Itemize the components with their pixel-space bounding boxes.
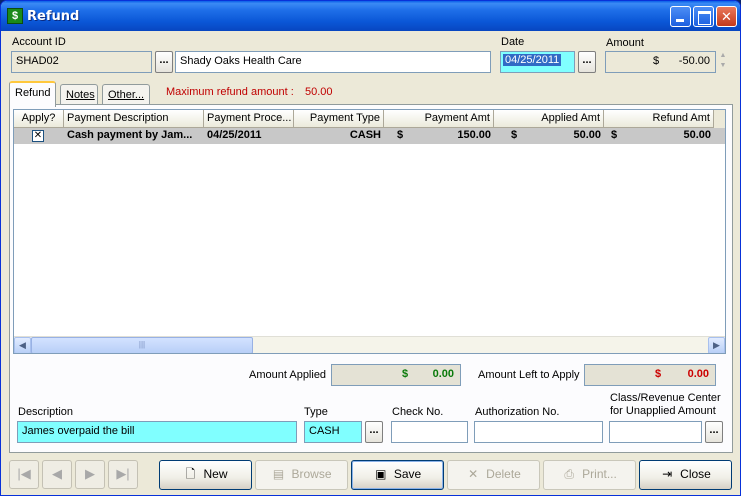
delete-x-icon: ✕: [468, 467, 479, 481]
description-field[interactable]: James overpaid the bill: [17, 421, 297, 443]
date-value: 04/25/2011: [503, 54, 562, 66]
col-apply[interactable]: Apply?: [14, 110, 64, 128]
col-payment-amt[interactable]: Payment Amt: [384, 110, 494, 128]
col-payment-type[interactable]: Payment Type: [294, 110, 384, 128]
scroll-thumb[interactable]: |||: [31, 337, 253, 353]
save-button[interactable]: ▣ Save: [351, 460, 444, 490]
amount-label: Amount: [606, 37, 644, 49]
first-record-button[interactable]: |◀: [9, 460, 39, 489]
amount-value: -50.00: [678, 55, 710, 67]
date-field[interactable]: 04/25/2011: [500, 51, 575, 73]
account-id-label: Account ID: [12, 36, 66, 48]
account-id-field[interactable]: SHAD02: [11, 51, 152, 73]
first-icon: |◀: [17, 466, 31, 481]
authorization-no-field[interactable]: [474, 421, 603, 443]
cell-applied-currency: $: [511, 129, 518, 141]
close-button[interactable]: ⇥ Close: [639, 460, 732, 490]
refund-window: $ Refund ✕ Account ID SHAD02 ... Shady O…: [0, 0, 741, 496]
new-button[interactable]: 🗋 New: [159, 460, 252, 490]
cell-refund-amt: 50.00: [683, 129, 711, 141]
payments-grid[interactable]: Apply? Payment Description Payment Proce…: [13, 109, 726, 354]
browse-icon: ▤: [272, 467, 285, 481]
amount-left-label: Amount Left to Apply: [478, 369, 580, 381]
class-revenue-field[interactable]: [609, 421, 702, 443]
amount-applied-label: Amount Applied: [249, 369, 327, 381]
floppy-disk-icon: ▣: [375, 467, 387, 481]
description-label: Description: [18, 406, 74, 418]
print-button[interactable]: ⎙ Print...: [543, 460, 636, 490]
date-picker-button[interactable]: ...: [578, 51, 596, 73]
tab-notes[interactable]: Notes: [60, 84, 98, 106]
dollar-icon: $: [7, 8, 23, 24]
class-lookup-button[interactable]: ...: [705, 421, 723, 443]
scroll-right-icon[interactable]: ▶: [708, 337, 725, 353]
cell-processed: 04/25/2011: [207, 129, 262, 141]
type-field[interactable]: CASH: [304, 421, 362, 443]
authorization-no-label: Authorization No.: [475, 406, 560, 418]
type-lookup-button[interactable]: ...: [365, 421, 383, 443]
scroll-left-icon[interactable]: ◀: [14, 337, 31, 353]
grid-header: Apply? Payment Description Payment Proce…: [14, 110, 725, 128]
new-document-icon: 🗋: [185, 467, 196, 481]
max-refund-label: Maximum refund amount :: [166, 86, 294, 98]
delete-button[interactable]: ✕ Delete: [447, 460, 540, 490]
date-label: Date: [501, 36, 525, 48]
cell-refund-currency: $: [611, 129, 618, 141]
minimize-button[interactable]: [670, 6, 691, 27]
prev-record-button[interactable]: ◀: [42, 460, 72, 489]
tab-refund[interactable]: Refund: [9, 81, 56, 107]
cell-payment-amt: 150.00: [457, 129, 491, 141]
horizontal-scrollbar[interactable]: ◀ ||| ▶: [14, 336, 725, 353]
check-no-label: Check No.: [392, 406, 444, 418]
amount-left-box: $ 0.00: [584, 364, 716, 386]
class-label-line-1: Class/Revenue Center: [610, 392, 721, 404]
col-payment-description[interactable]: Payment Description: [64, 110, 204, 128]
amount-applied-currency: $: [402, 368, 409, 380]
cell-applied-amt: 50.00: [573, 129, 601, 141]
amount-spinner[interactable]: ▲ ▼: [716, 51, 730, 73]
type-label: Type: [304, 406, 328, 418]
amount-currency: $: [653, 55, 660, 67]
last-icon: ▶|: [116, 466, 130, 481]
prev-icon: ◀: [52, 466, 62, 481]
printer-icon: ⎙: [564, 467, 574, 481]
last-record-button[interactable]: ▶|: [108, 460, 138, 489]
max-refund-value: 50.00: [305, 86, 333, 98]
class-revenue-label: Class/Revenue Center for Unapplied Amoun…: [610, 392, 721, 418]
browse-button[interactable]: ▤ Browse: [255, 460, 348, 490]
amount-applied-value: 0.00: [432, 368, 454, 380]
refund-tab-panel: Apply? Payment Description Payment Proce…: [9, 104, 733, 453]
col-applied-amt[interactable]: Applied Amt: [494, 110, 604, 128]
col-payment-processed[interactable]: Payment Proce...: [204, 110, 294, 128]
class-label-line-2: for Unapplied Amount: [610, 405, 716, 417]
account-name-field[interactable]: Shady Oaks Health Care: [175, 51, 491, 73]
maximize-button[interactable]: [693, 6, 714, 27]
cell-type: CASH: [349, 129, 381, 141]
title-bar[interactable]: $ Refund ✕: [1, 1, 740, 31]
tab-other[interactable]: Other...: [102, 84, 150, 106]
amount-left-currency: $: [655, 368, 662, 380]
cell-description: Cash payment by Jam...: [67, 129, 193, 141]
max-refund-amount: Maximum refund amount : 50.00: [166, 86, 333, 98]
check-no-field[interactable]: [391, 421, 468, 443]
amount-applied-box: $ 0.00: [331, 364, 461, 386]
window-title: Refund: [27, 9, 80, 24]
next-icon: ▶: [85, 466, 95, 481]
account-lookup-button[interactable]: ...: [155, 51, 173, 73]
cell-payment-currency: $: [397, 129, 404, 141]
amount-left-value: 0.00: [687, 368, 709, 380]
amount-field: $ -50.00: [605, 51, 716, 73]
apply-checkbox[interactable]: ✕: [32, 130, 44, 142]
exit-door-icon: ⇥: [662, 467, 673, 481]
next-record-button[interactable]: ▶: [75, 460, 105, 489]
table-row[interactable]: ✕ Cash payment by Jam... 04/25/2011 CASH…: [14, 128, 725, 144]
col-refund-amt[interactable]: Refund Amt: [604, 110, 714, 128]
close-window-button[interactable]: ✕: [716, 6, 737, 27]
